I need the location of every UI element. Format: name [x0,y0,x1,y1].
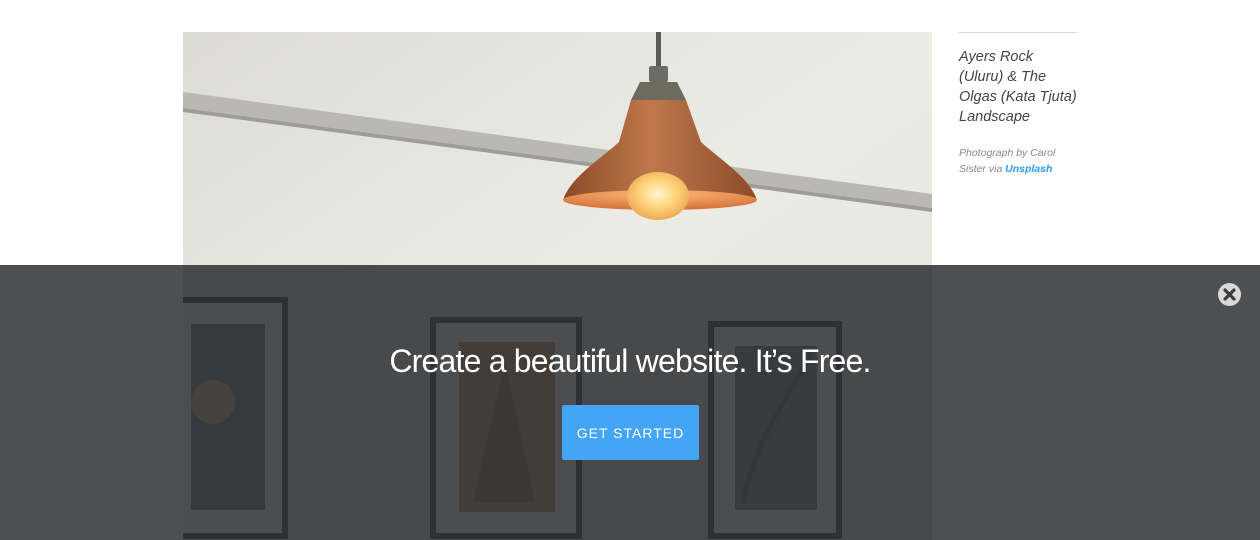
caption-title: Ayers Rock (Uluru) & The Olgas (Kata Tju… [959,49,1077,125]
unsplash-link[interactable]: Unsplash [1005,163,1052,175]
photo-caption: Ayers Rock (Uluru) & The Olgas (Kata Tju… [959,32,1077,177]
get-started-button[interactable]: GET STARTED [562,405,699,460]
signup-banner: Create a beautiful website. It’s Free. G… [0,265,1260,540]
page: Ayers Rock (Uluru) & The Olgas (Kata Tju… [0,0,1260,540]
close-icon [1223,288,1236,301]
close-banner-button[interactable] [1218,283,1241,306]
banner-headline: Create a beautiful website. It’s Free. [389,343,871,379]
photo-credit: Photograph by Carol Sister via Unsplash [959,145,1077,177]
